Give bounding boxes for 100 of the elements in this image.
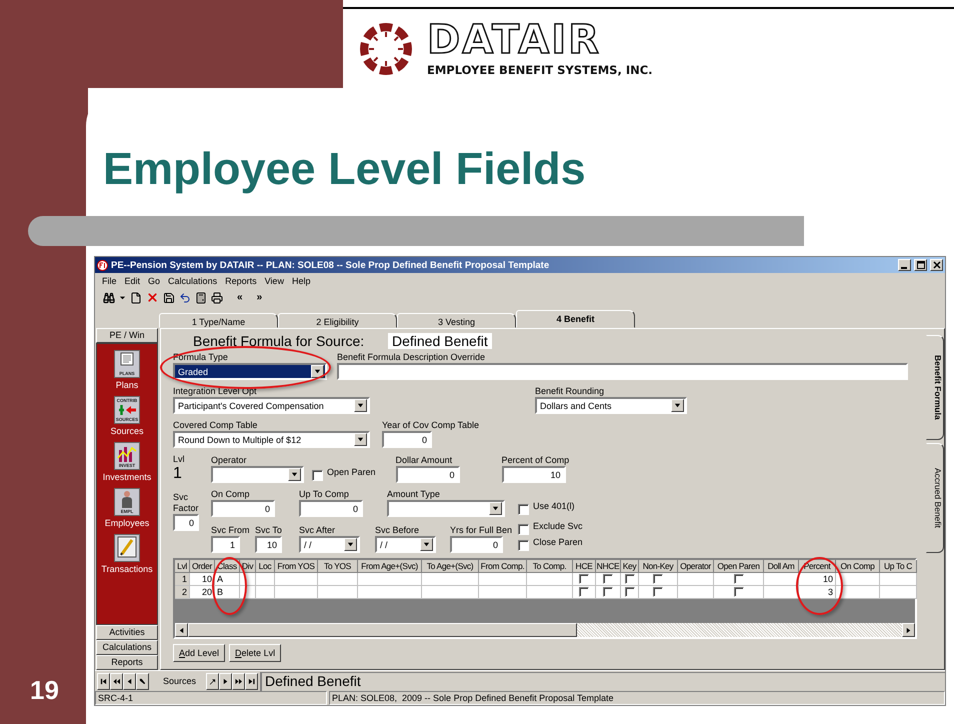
input-field[interactable]: 0 — [299, 500, 363, 517]
column-header[interactable]: Key — [621, 560, 639, 573]
column-header[interactable]: Operator — [678, 560, 714, 573]
dropdown-button[interactable] — [489, 502, 502, 515]
input-field[interactable]: 10 — [255, 536, 282, 553]
sidebar-item[interactable]: Investments — [102, 472, 152, 482]
column-header[interactable]: Div — [240, 560, 256, 573]
sidebar-header-button[interactable]: PE / Win — [96, 328, 158, 343]
column-header[interactable]: NHCE — [596, 560, 621, 573]
input-field[interactable]: 0 — [173, 514, 199, 531]
checkbox[interactable] — [653, 574, 663, 584]
tab[interactable]: 4 Benefit — [516, 310, 635, 328]
column-header[interactable]: To YOS — [318, 560, 358, 573]
column-header[interactable]: From YOS — [275, 560, 318, 573]
save-icon[interactable] — [163, 292, 175, 304]
sidebar-item[interactable]: Transactions — [101, 564, 153, 574]
toolbar-button[interactable]: « — [237, 292, 243, 303]
column-header[interactable]: HCE — [573, 560, 596, 573]
dropdown-field[interactable]: Graded — [173, 363, 327, 380]
column-header[interactable]: From Age+(Svc) — [358, 560, 422, 573]
menu-item[interactable]: Calculations — [164, 276, 222, 286]
dropdown-field[interactable] — [387, 500, 505, 517]
dropdown-button[interactable] — [354, 399, 367, 412]
next-record-button[interactable] — [219, 672, 232, 690]
column-header[interactable]: On Comp — [836, 560, 880, 573]
maximize-button[interactable] — [914, 259, 927, 271]
input-field[interactable]: 0 — [382, 431, 432, 448]
scroll-right-button[interactable] — [902, 623, 915, 637]
new-document-icon[interactable] — [130, 292, 142, 304]
sidebar-item[interactable]: Sources — [110, 426, 144, 436]
column-header[interactable]: Lvl — [175, 560, 190, 573]
checkbox[interactable] — [734, 587, 744, 597]
input-field[interactable] — [337, 363, 908, 380]
input-field[interactable]: 10 — [502, 466, 566, 483]
checkbox[interactable] — [653, 587, 663, 597]
delete-icon[interactable] — [146, 291, 159, 304]
tab[interactable]: 3 Vesting — [397, 313, 516, 328]
level-button[interactable]: Add Level — [173, 644, 226, 662]
toolbar-button[interactable]: » — [256, 292, 262, 303]
dropdown-field[interactable]: / / — [375, 536, 436, 553]
checkbox[interactable] — [603, 587, 613, 597]
column-header[interactable]: Non-Key — [639, 560, 678, 573]
checkbox[interactable] — [624, 574, 634, 584]
column-header[interactable]: Order — [190, 560, 215, 573]
tab[interactable]: 1 Type/Name — [159, 313, 278, 328]
scroll-left-button[interactable] — [175, 623, 188, 637]
input-field[interactable]: 0 — [211, 500, 275, 517]
find-button[interactable] — [136, 672, 149, 690]
column-header[interactable]: To Comp. — [527, 560, 573, 573]
tab[interactable]: 2 Eligibility — [278, 313, 397, 328]
side-tab[interactable]: Accrued Benefit — [926, 443, 944, 553]
checkbox[interactable] — [579, 574, 589, 584]
input-field[interactable]: 0 — [450, 536, 503, 553]
dropdown-button[interactable] — [420, 538, 433, 551]
dropdown-button[interactable] — [344, 538, 357, 551]
dropdown-button[interactable] — [311, 365, 324, 378]
previous-record-button[interactable] — [123, 672, 136, 690]
menu-item[interactable]: File — [98, 276, 121, 286]
next-page-button[interactable] — [232, 672, 246, 690]
menu-item[interactable]: View — [260, 276, 288, 286]
column-header[interactable]: Doll Am — [764, 560, 799, 573]
undo-icon[interactable] — [179, 292, 191, 304]
dropdown-field[interactable]: / / — [299, 536, 360, 553]
column-header[interactable]: From Comp. — [479, 560, 527, 573]
checkbox[interactable] — [518, 540, 529, 550]
column-header[interactable]: Up To C — [880, 560, 917, 573]
printer-icon[interactable] — [211, 292, 223, 304]
checkbox[interactable] — [624, 587, 634, 597]
input-field[interactable]: 1 — [211, 536, 240, 553]
sidebar-button[interactable]: Activities — [96, 625, 158, 640]
jump-button[interactable] — [206, 672, 220, 690]
column-header[interactable]: Open Paren — [714, 560, 764, 573]
close-button[interactable] — [930, 259, 943, 271]
side-tab[interactable]: Benefit Formula — [926, 335, 944, 440]
menu-item[interactable]: Reports — [221, 276, 261, 286]
dropdown-field[interactable] — [211, 466, 304, 483]
input-field[interactable]: 0 — [396, 466, 460, 483]
level-button[interactable]: Delete Lvl — [229, 644, 282, 662]
dropdown-button[interactable] — [288, 468, 301, 481]
first-record-button[interactable] — [97, 672, 110, 690]
dropdown-field[interactable]: Round Down to Multiple of $12 — [173, 431, 370, 448]
column-header[interactable]: To Age+(Svc) — [422, 560, 479, 573]
checkbox[interactable] — [518, 524, 529, 534]
checkbox[interactable] — [312, 470, 323, 480]
checkbox[interactable] — [518, 504, 529, 514]
sidebar-item[interactable]: Employees — [104, 518, 150, 528]
menu-item[interactable]: Help — [288, 276, 314, 286]
dropdown-button[interactable] — [671, 399, 684, 412]
column-header[interactable]: Loc — [256, 560, 275, 573]
minimize-button[interactable] — [898, 259, 911, 271]
last-record-button[interactable] — [245, 672, 258, 690]
checkbox[interactable] — [579, 587, 589, 597]
menu-item[interactable]: Edit — [120, 276, 144, 286]
dropdown-field[interactable]: Dollars and Cents — [535, 397, 687, 414]
scrollbar-track[interactable] — [175, 623, 915, 637]
search-icon[interactable] — [103, 292, 115, 304]
sidebar-button[interactable]: Reports — [96, 655, 158, 670]
checkbox[interactable] — [603, 574, 613, 584]
dropdown-field[interactable]: Participant's Covered Compensation — [173, 397, 370, 414]
sidebar-button[interactable]: Calculations — [96, 640, 158, 655]
